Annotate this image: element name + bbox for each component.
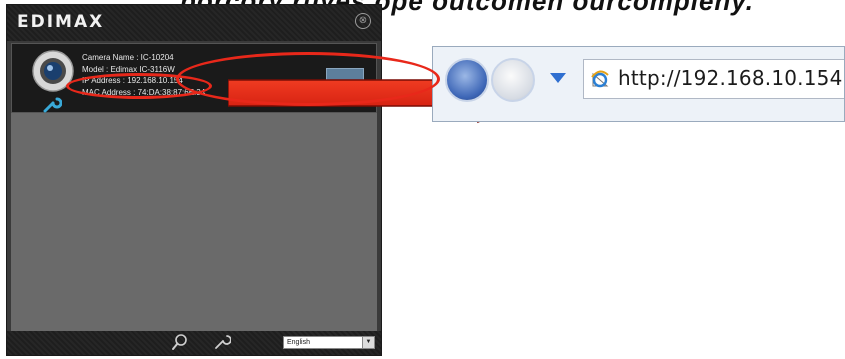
language-select[interactable]: English ▼	[283, 336, 375, 349]
wrench-icon[interactable]	[42, 96, 62, 114]
browser-address-bar: http://192.168.10.154	[432, 46, 845, 122]
window-titlebar: EDIMAX ⊗	[7, 5, 381, 41]
forward-button[interactable]	[491, 58, 535, 102]
history-dropdown-icon[interactable]	[550, 73, 566, 83]
close-icon[interactable]: ⊗	[355, 13, 371, 29]
camera-list-area	[11, 113, 377, 331]
language-value: English	[287, 339, 310, 346]
url-text: http://192.168.10.154	[618, 66, 843, 90]
search-icon[interactable]	[171, 333, 189, 351]
url-field[interactable]: http://192.168.10.154	[583, 59, 844, 99]
edimax-logo: EDIMAX	[17, 12, 105, 32]
url-highlight-ellipse	[176, 52, 440, 106]
camera-name-text: Camera Name : IC-10204	[82, 53, 174, 62]
back-button[interactable]	[445, 58, 489, 102]
settings-icon[interactable]	[213, 333, 231, 351]
bottom-toolbar: English ▼	[7, 331, 381, 355]
chevron-down-icon[interactable]: ▼	[362, 337, 374, 348]
ie-icon	[591, 70, 609, 88]
